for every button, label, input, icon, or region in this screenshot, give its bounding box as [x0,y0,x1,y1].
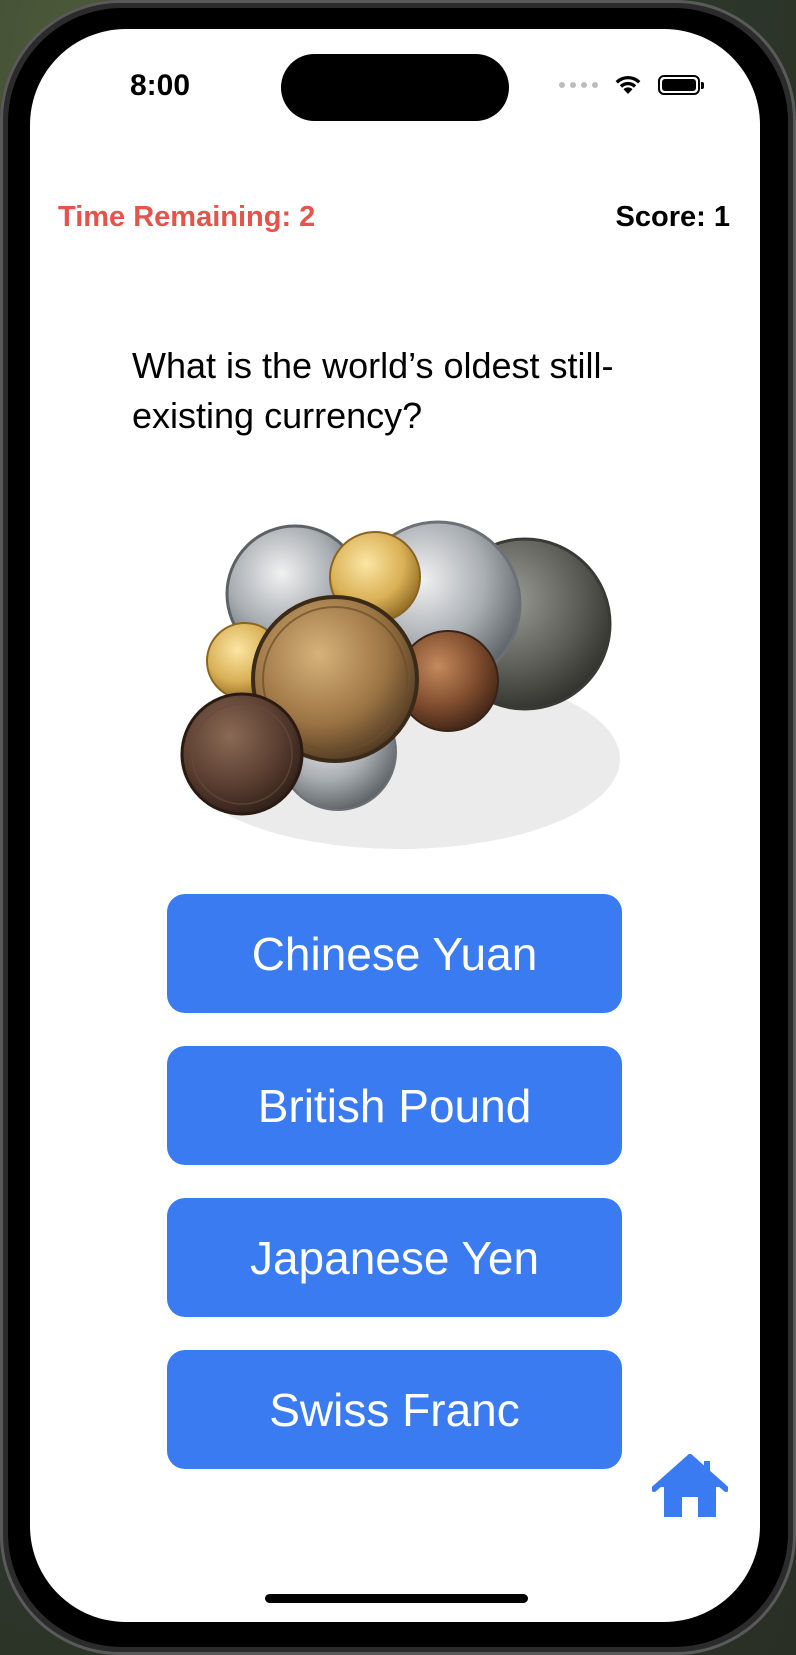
answer-list: Chinese Yuan British Pound Japanese Yen … [167,894,622,1502]
answer-button-british-pound[interactable]: British Pound [167,1046,622,1165]
score-label: Score: 1 [615,201,730,233]
battery-icon [658,75,704,95]
signal-dots-icon [559,82,598,88]
status-time: 8:00 [130,69,191,102]
home-icon[interactable] [652,1453,728,1519]
answer-button-chinese-yuan[interactable]: Chinese Yuan [167,894,622,1013]
time-remaining: Time Remaining: 2 [58,201,316,233]
home-indicator[interactable] [265,1594,528,1603]
app-screen: 8:00 Time Remaining: 2 Score: 1 What is … [30,29,760,1622]
dynamic-island [281,54,509,121]
question-text: What is the world’s oldest still-existin… [132,345,614,436]
wifi-icon [615,75,641,94]
coins-image [180,520,620,849]
answer-button-swiss-franc[interactable]: Swiss Franc [167,1350,622,1469]
status-icons [559,73,704,97]
answer-button-japanese-yen[interactable]: Japanese Yen [167,1198,622,1317]
